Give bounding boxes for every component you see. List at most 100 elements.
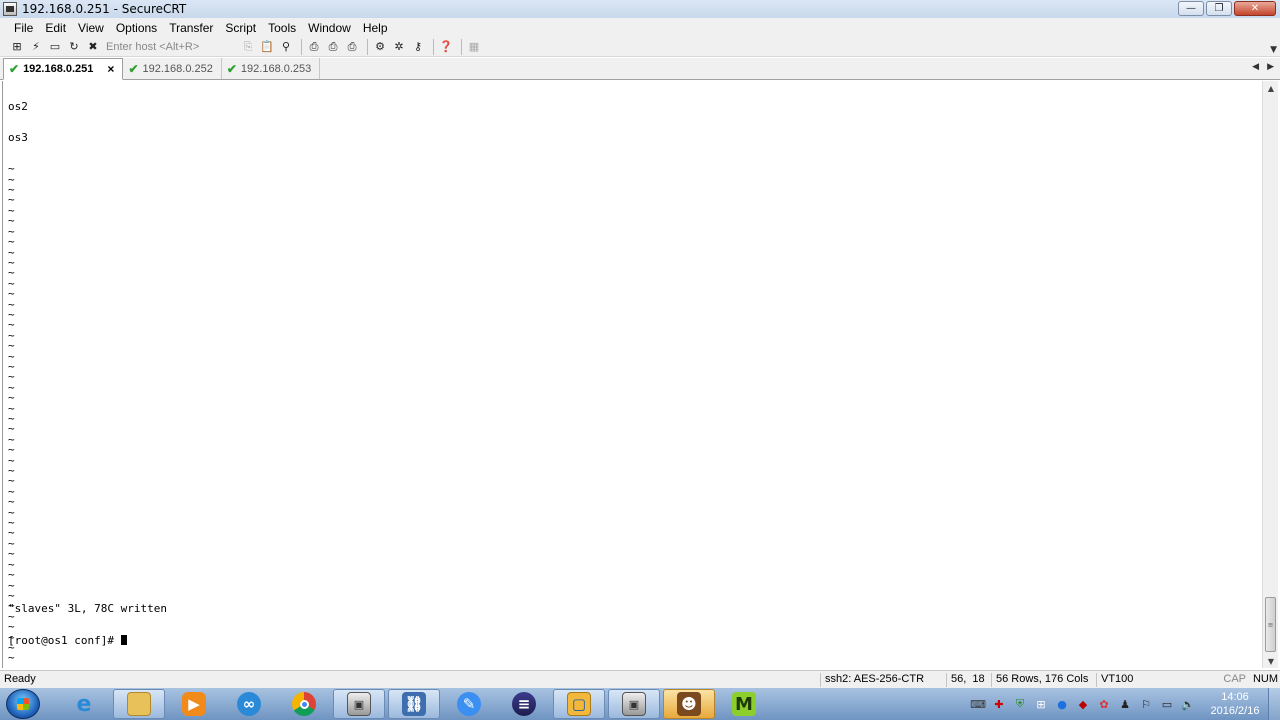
system-tray: ⌨ ✚ ⛨ ⊞ ● ◆ ✿ ♟ ⚐ ▭ 🔈 14:06 2016/2/16 bbox=[970, 688, 1280, 720]
toolbar-overflow-icon[interactable]: ▼ bbox=[1270, 45, 1277, 55]
feishu-icon[interactable]: ✎ bbox=[443, 689, 495, 719]
clock-time: 14:06 bbox=[1221, 691, 1249, 703]
shell-prompt: [root@os1 conf]# bbox=[8, 633, 121, 647]
menu-edit[interactable]: Edit bbox=[39, 21, 72, 35]
internet-explorer-icon[interactable]: e bbox=[58, 689, 110, 719]
restore-button[interactable]: ❐ bbox=[1206, 1, 1232, 16]
network-icon[interactable]: ⚐ bbox=[1139, 697, 1153, 711]
volume-icon[interactable]: 🔈 bbox=[1181, 697, 1195, 711]
window-controls: — ❐ ✕ bbox=[1178, 1, 1276, 16]
connected-check-icon: ✔ bbox=[128, 61, 139, 76]
menu-file[interactable]: File bbox=[8, 21, 39, 35]
feishu-tray-icon[interactable]: ● bbox=[1055, 697, 1069, 711]
eclipse-icon[interactable]: ≡ bbox=[498, 689, 550, 719]
scroll-down-icon[interactable]: ▼ bbox=[1263, 654, 1279, 668]
tab-192-168-0-253[interactable]: ✔ 192.168.0.253 bbox=[222, 58, 321, 79]
terminal-bottom: "slaves" 3L, 78C written [root@os1 conf]… bbox=[8, 583, 167, 667]
menu-options[interactable]: Options bbox=[110, 21, 163, 35]
status-cipher: ssh2: AES-256-CTR bbox=[820, 673, 924, 687]
print-icon[interactable]: ⎙ bbox=[306, 39, 322, 54]
status-caps-lock: CAP bbox=[1223, 673, 1246, 685]
tab-label: 192.168.0.251 bbox=[23, 63, 94, 75]
connect-tab-icon[interactable]: ▭ bbox=[47, 39, 63, 54]
tab-close-icon[interactable]: × bbox=[107, 62, 114, 76]
tab-label: 192.168.0.252 bbox=[142, 62, 213, 75]
session-tabs: ✔ 192.168.0.251 × ✔ 192.168.0.252 ✔ 192.… bbox=[0, 58, 1280, 80]
minimize-button[interactable]: — bbox=[1178, 1, 1204, 16]
status-emulation: VT100 bbox=[1096, 673, 1133, 687]
scroll-up-icon[interactable]: ▲ bbox=[1263, 81, 1279, 95]
connected-check-icon: ✔ bbox=[9, 62, 20, 76]
terminal-lines: os2 os3 ~ ~ ~ ~ ~ ~ ~ ~ ~ ~ ~ ~ ~ ~ ~ ~ ~ ~ ~ ~ ~ ~ ~ ~ ~ ~ ~ ~ ~ ~ ~ ~… bbox=[8, 81, 48, 668]
securecrt-icon[interactable]: ▣ bbox=[333, 689, 385, 719]
print-setup-icon[interactable]: ⎙ bbox=[344, 39, 360, 54]
window-title: 192.168.0.251 - SecureCRT bbox=[22, 2, 187, 16]
status-cursor-position: 56, 18 bbox=[946, 673, 985, 687]
start-button[interactable] bbox=[6, 689, 40, 719]
mail-icon[interactable]: M bbox=[718, 689, 770, 719]
virtualbox-icon[interactable]: ▢ bbox=[553, 689, 605, 719]
terminal-cursor bbox=[120, 634, 127, 645]
session-options-icon[interactable]: ⚙ bbox=[372, 39, 388, 54]
reconnect-icon[interactable]: ↻ bbox=[66, 39, 82, 54]
paste-icon[interactable]: 📋 bbox=[259, 39, 275, 54]
antivirus-icon[interactable]: ◆ bbox=[1076, 697, 1090, 711]
title-bar: 192.168.0.251 - SecureCRT — ❐ ✕ bbox=[0, 0, 1280, 18]
menu-help[interactable]: Help bbox=[357, 21, 394, 35]
cloud-icon[interactable]: ✿ bbox=[1097, 697, 1111, 711]
security-icon[interactable]: ✚ bbox=[992, 697, 1006, 711]
taskbar-apps: e ▶ ∞ ▣ ⛓ ✎ ≡ ▢ ▣ ☻ M bbox=[58, 689, 770, 719]
status-terminal-size: 56 Rows, 176 Cols bbox=[991, 673, 1088, 687]
tab-prev-icon[interactable]: ◀ bbox=[1252, 62, 1259, 72]
game-icon[interactable]: ☻ bbox=[663, 689, 715, 719]
qq-icon[interactable]: ♟ bbox=[1118, 697, 1132, 711]
media-player-icon[interactable]: ▶ bbox=[168, 689, 220, 719]
securecrt-window: 192.168.0.251 - SecureCRT — ❐ ✕ File Edi… bbox=[0, 0, 1280, 720]
print-selection-icon[interactable]: ⎙ bbox=[325, 39, 341, 54]
toolbar-separator bbox=[433, 38, 434, 55]
keymap-icon[interactable]: ⚷ bbox=[410, 39, 426, 54]
quick-connect-icon[interactable]: ⚡ bbox=[28, 39, 44, 54]
tab-192-168-0-251[interactable]: ✔ 192.168.0.251 × bbox=[3, 58, 124, 80]
menu-transfer[interactable]: Transfer bbox=[163, 21, 219, 35]
file-explorer-icon[interactable] bbox=[113, 689, 165, 719]
help-icon[interactable]: ❓ bbox=[438, 39, 454, 54]
baidu-netdisk-icon[interactable]: ∞ bbox=[223, 689, 275, 719]
connect-icon[interactable]: ⊞ bbox=[9, 39, 25, 54]
chrome-icon[interactable] bbox=[278, 689, 330, 719]
tab-navigation: ◀ ▶ bbox=[1252, 62, 1274, 72]
menu-view[interactable]: View bbox=[72, 21, 110, 35]
clock[interactable]: 14:06 2016/2/16 bbox=[1202, 690, 1268, 718]
connected-check-icon: ✔ bbox=[226, 61, 237, 76]
tab-192-168-0-252[interactable]: ✔ 192.168.0.252 bbox=[123, 58, 222, 79]
windows-taskbar: e ▶ ∞ ▣ ⛓ ✎ ≡ ▢ ▣ ☻ M ⌨ ✚ ⛨ ⊞ ● ◆ ✿ ♟ ⚐ … bbox=[0, 688, 1280, 720]
menu-script[interactable]: Script bbox=[219, 21, 262, 35]
securecrt-window-icon[interactable]: ▣ bbox=[608, 689, 660, 719]
scroll-thumb[interactable]: ≡ bbox=[1265, 597, 1276, 652]
status-num-lock: NUM bbox=[1252, 673, 1278, 685]
keyboard-icon[interactable]: ⌨ bbox=[970, 697, 986, 711]
toolbar: ⊞ ⚡ ▭ ↻ ✖ ⎘ 📋 ⚲ ⎙ ⎙ ⎙ ⚙ ✲ ⚷ ❓ ▦ ▼ bbox=[0, 37, 1280, 57]
display-icon[interactable]: ▭ bbox=[1160, 697, 1174, 711]
windows-icon[interactable]: ⊞ bbox=[1034, 697, 1048, 711]
close-button[interactable]: ✕ bbox=[1234, 1, 1276, 16]
sftp-icon[interactable]: ▦ bbox=[466, 39, 482, 54]
shield-icon[interactable]: ⛨ bbox=[1013, 697, 1027, 711]
status-bar: Ready ssh2: AES-256-CTR 56, 18 56 Rows, … bbox=[0, 670, 1280, 688]
toolbar-separator bbox=[461, 38, 462, 55]
menu-tools[interactable]: Tools bbox=[262, 21, 302, 35]
global-options-icon[interactable]: ✲ bbox=[391, 39, 407, 54]
tab-next-icon[interactable]: ▶ bbox=[1267, 62, 1274, 72]
securecrt-app-icon[interactable] bbox=[3, 2, 17, 16]
find-icon[interactable]: ⚲ bbox=[278, 39, 294, 54]
terminal-scrollbar[interactable]: ▲ ≡ ▼ bbox=[1262, 81, 1278, 668]
show-desktop-button[interactable] bbox=[1268, 688, 1280, 720]
toolbar-separator bbox=[367, 38, 368, 55]
shell-prompt-line: [root@os1 conf]# bbox=[8, 633, 167, 647]
enter-host-input[interactable] bbox=[104, 38, 234, 55]
terminal-output[interactable]: os2 os3 ~ ~ ~ ~ ~ ~ ~ ~ ~ ~ ~ ~ ~ ~ ~ ~ ~ ~ ~ ~ ~ ~ ~ ~ ~ ~ ~ ~ ~ ~ ~ ~… bbox=[2, 81, 1260, 668]
menu-window[interactable]: Window bbox=[302, 21, 357, 35]
network-tool-icon[interactable]: ⛓ bbox=[388, 689, 440, 719]
copy-icon[interactable]: ⎘ bbox=[240, 39, 256, 54]
disconnect-icon[interactable]: ✖ bbox=[85, 39, 101, 54]
